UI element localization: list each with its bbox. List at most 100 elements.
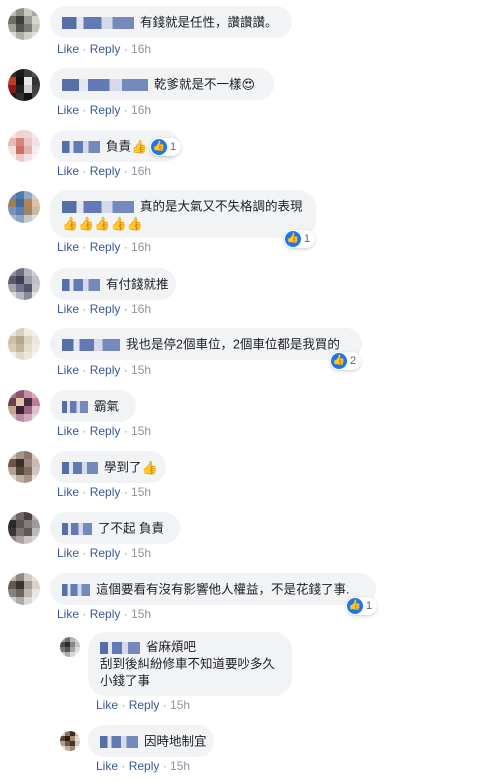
author-name[interactable] <box>100 641 140 654</box>
comment-actions: Like · Reply · 16h <box>57 103 152 117</box>
reply-link[interactable]: Reply <box>90 103 121 117</box>
avatar[interactable] <box>8 69 40 101</box>
like-link[interactable]: Like <box>57 424 79 438</box>
comment-bubble: 霸氣 <box>50 390 136 422</box>
timestamp[interactable]: 15h <box>131 363 151 377</box>
comment-bubble: 乾爹就是不一樣😍 <box>50 68 274 100</box>
timestamp[interactable]: 16h <box>131 164 151 178</box>
reply-text: 因時地制宜 <box>144 734 207 749</box>
comment-text: 真的是大氣又不失格調的表現 <box>140 199 303 214</box>
reply-actions: Like · Reply · 15h <box>96 698 191 712</box>
like-link[interactable]: Like <box>57 42 79 56</box>
comment-actions: Like · Reply · 15h <box>57 485 152 499</box>
reply-link[interactable]: Reply <box>90 240 121 254</box>
author-name[interactable] <box>62 400 88 413</box>
reply-text-line: 刮到後糾紛修車不知道要吵多久 <box>100 657 276 672</box>
avatar[interactable] <box>8 512 40 544</box>
avatar[interactable] <box>8 573 40 605</box>
like-link[interactable]: Like <box>57 485 79 499</box>
reply-text: 省麻煩吧 <box>146 640 197 655</box>
comment-bubble: 有錢就是任性，讚讚讚。 <box>50 6 292 38</box>
thumbs-up-emoji: 👍 <box>141 459 158 475</box>
timestamp[interactable]: 15h <box>170 759 190 773</box>
timestamp[interactable]: 16h <box>131 302 151 316</box>
like-link[interactable]: Like <box>57 103 79 117</box>
timestamp[interactable]: 15h <box>131 546 151 560</box>
reply-link[interactable]: Reply <box>90 164 121 178</box>
comment-bubble: 學到了👍 <box>50 451 166 483</box>
comment-text: 這個要看有沒有影響他人權益，不是花錢了事. <box>96 582 350 597</box>
author-name[interactable] <box>100 735 138 748</box>
like-link[interactable]: Like <box>57 363 79 377</box>
comment-bubble: 真的是大氣又不失格調的表現 👍👍👍👍👍 <box>50 190 316 238</box>
thumbs-up-icon: 👍 <box>151 139 167 155</box>
reply-text-line: 小錢了事 <box>100 674 151 689</box>
avatar[interactable] <box>8 8 40 40</box>
reply-link[interactable]: Reply <box>90 546 121 560</box>
comment-actions: Like · Reply · 16h <box>57 164 152 178</box>
reaction-count: 1 <box>304 233 311 245</box>
reply-link[interactable]: Reply <box>90 302 121 316</box>
comment-bubble: 我也是停2個車位，2個車位都是我買的 <box>50 328 362 360</box>
avatar[interactable] <box>8 451 40 483</box>
reply-actions: Like · Reply · 15h <box>96 759 191 773</box>
reply-link[interactable]: Reply <box>90 424 121 438</box>
reply-link[interactable]: Reply <box>129 698 160 712</box>
avatar[interactable] <box>60 731 80 751</box>
author-name[interactable] <box>62 522 92 535</box>
avatar[interactable] <box>8 191 40 223</box>
reaction-count: 1 <box>170 141 177 153</box>
timestamp[interactable]: 16h <box>131 42 151 56</box>
author-name[interactable] <box>62 461 98 474</box>
comment-text: 霸氣 <box>94 399 120 414</box>
author-name[interactable] <box>62 200 134 213</box>
reaction-badge[interactable]: 👍 1 <box>284 230 316 248</box>
author-name[interactable] <box>62 16 134 29</box>
avatar[interactable] <box>8 328 40 360</box>
like-link[interactable]: Like <box>57 607 79 621</box>
reply-link[interactable]: Reply <box>129 759 160 773</box>
comment-text: 乾爹就是不一樣 <box>154 77 242 92</box>
like-link[interactable]: Like <box>96 698 118 712</box>
heart-eyes-emoji: 😍 <box>241 76 256 92</box>
comment-actions: Like · Reply · 15h <box>57 546 152 560</box>
comment-actions: Like · Reply · 16h <box>57 42 152 56</box>
author-name[interactable] <box>62 338 120 351</box>
avatar[interactable] <box>8 390 40 422</box>
reply-link[interactable]: Reply <box>90 363 121 377</box>
reaction-badge[interactable]: 👍 1 <box>150 138 182 156</box>
like-link[interactable]: Like <box>57 302 79 316</box>
reaction-badge[interactable]: 👍 2 <box>330 352 362 370</box>
reply-link[interactable]: Reply <box>90 42 121 56</box>
avatar[interactable] <box>8 130 40 162</box>
like-link[interactable]: Like <box>96 759 118 773</box>
reply-bubble: 省麻煩吧 刮到後糾紛修車不知道要吵多久 小錢了事 <box>88 632 292 696</box>
reply-link[interactable]: Reply <box>90 607 121 621</box>
reply-link[interactable]: Reply <box>90 485 121 499</box>
author-name[interactable] <box>62 140 100 153</box>
like-link[interactable]: Like <box>57 240 79 254</box>
comment-text: 學到了 <box>104 460 142 475</box>
timestamp[interactable]: 16h <box>131 240 151 254</box>
thumbs-up-icon: 👍 <box>285 231 301 247</box>
author-name[interactable] <box>62 78 148 91</box>
comment-text: 負責 <box>106 139 132 154</box>
like-link[interactable]: Like <box>57 546 79 560</box>
thumbs-up-emoji: 👍 <box>131 138 148 154</box>
author-name[interactable] <box>62 278 100 291</box>
timestamp[interactable]: 15h <box>131 424 151 438</box>
like-link[interactable]: Like <box>57 164 79 178</box>
timestamp[interactable]: 15h <box>170 698 190 712</box>
reaction-count: 1 <box>366 600 373 612</box>
reply-bubble: 因時地制宜 <box>88 725 214 757</box>
avatar[interactable] <box>8 268 40 300</box>
comment-text: 了不起 負責 <box>98 521 164 536</box>
timestamp[interactable]: 15h <box>131 607 151 621</box>
timestamp[interactable]: 15h <box>131 485 151 499</box>
comment-text: 我也是停2個車位，2個車位都是我買的 <box>126 337 340 352</box>
avatar[interactable] <box>60 637 80 657</box>
comment-bubble: 有付錢就推 <box>50 268 176 300</box>
reaction-badge[interactable]: 👍 1 <box>346 597 378 615</box>
timestamp[interactable]: 16h <box>131 103 151 117</box>
author-name[interactable] <box>62 583 90 596</box>
